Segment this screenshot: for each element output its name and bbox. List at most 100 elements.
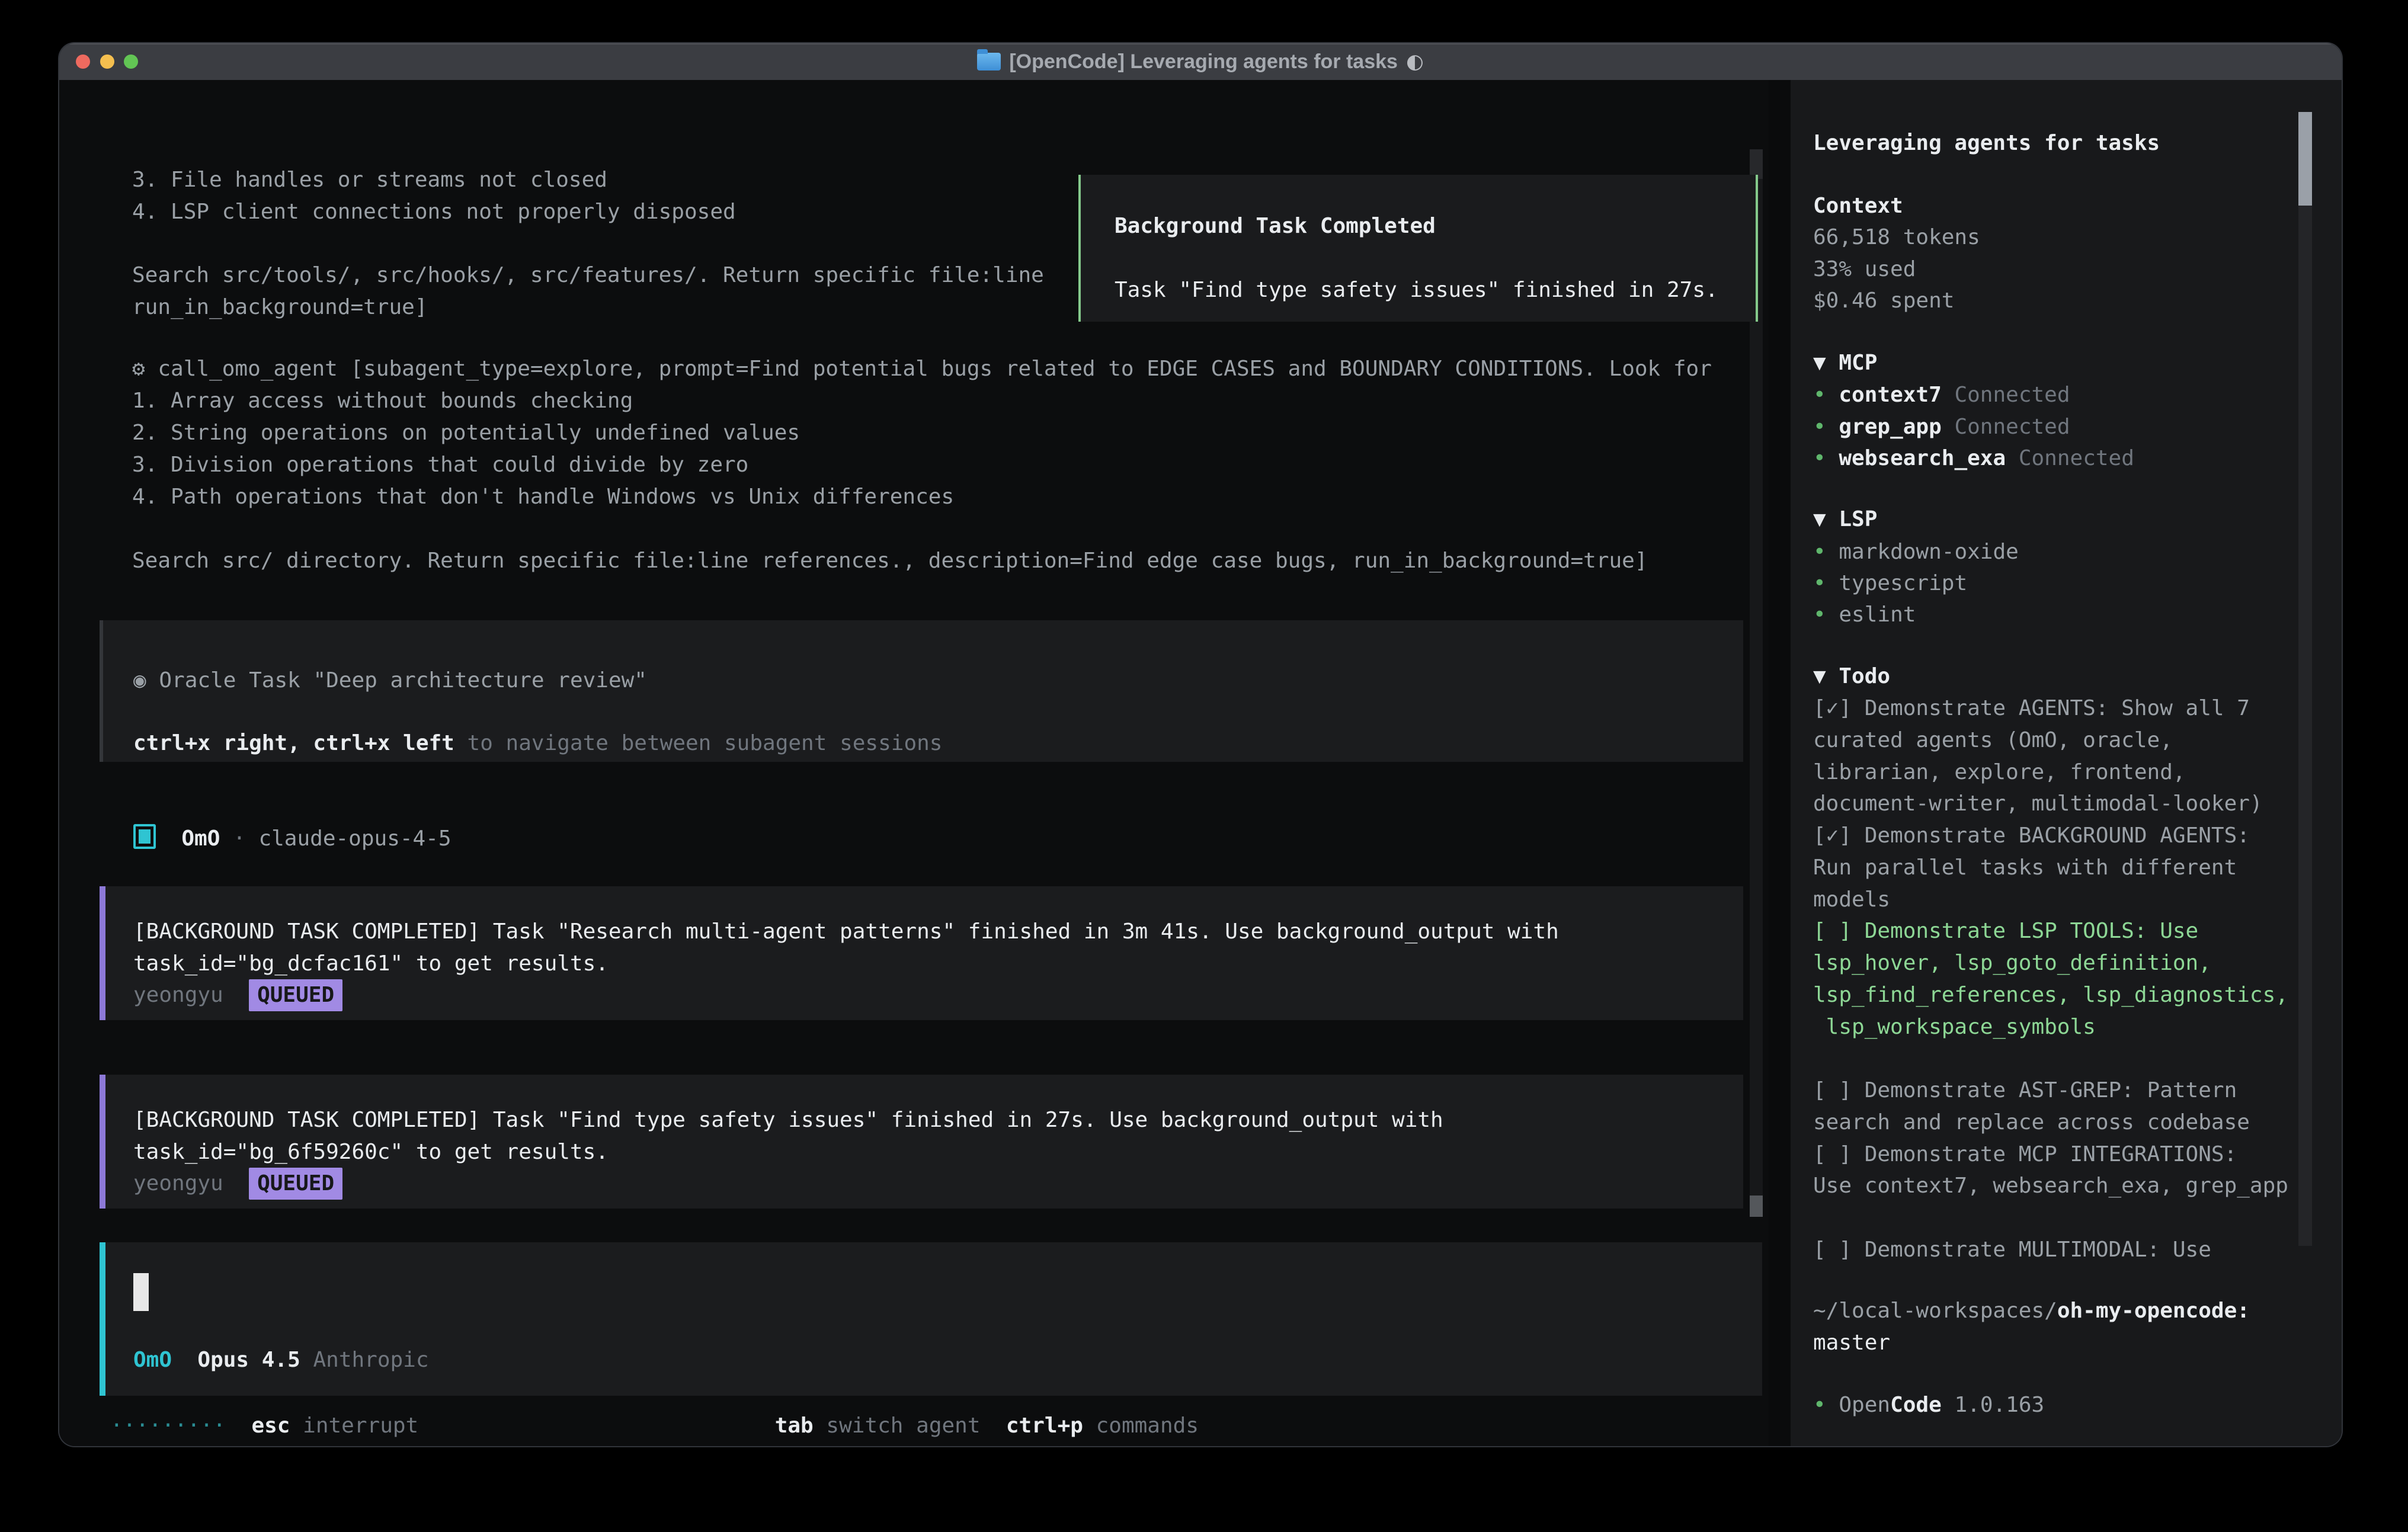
mcp-section-header[interactable]: ▼ MCP: [1813, 347, 1877, 379]
tool-call-line: 3. Division operations that could divide…: [132, 449, 748, 481]
path-prefix: ~/local-workspaces/: [1813, 1299, 2057, 1323]
statusbar-left: ········· esc interrupt: [110, 1410, 418, 1442]
mcp-status: Connected: [1954, 415, 2070, 439]
workspace-path: ~/local-workspaces/oh-my-opencode:: [1813, 1295, 2250, 1327]
task-line1: [BACKGROUND TASK COMPLETED] Task "Resear…: [133, 916, 1559, 948]
agent-model: claude-opus-4-5: [258, 826, 451, 851]
agent-name: OmO: [181, 826, 220, 851]
bullet-icon: •: [1813, 571, 1826, 595]
ctrlp-label: commands: [1096, 1414, 1199, 1438]
lsp-item: • eslint: [1813, 599, 1916, 631]
todo-line: [ ] Demonstrate MULTIMODAL: Use: [1813, 1234, 2211, 1266]
sidebar-scrollbar-thumb[interactable]: [2298, 112, 2312, 206]
context-used: 33% used: [1813, 254, 1916, 286]
todo-line: models: [1813, 884, 1890, 916]
tool-call-line: Search src/ directory. Return specific f…: [132, 545, 1648, 577]
tool-call-line: 4. Path operations that don't handle Win…: [132, 481, 954, 513]
input-model: Opus 4.5: [197, 1348, 300, 1372]
lsp-name: typescript: [1839, 571, 1967, 595]
bullet-icon: •: [1813, 540, 1826, 564]
tool-call-text: call_omo_agent [subagent_type=explore, p…: [158, 357, 1712, 381]
background-task-notification: Background Task Completed Task "Find typ…: [1078, 175, 1758, 322]
sidebar: Leveraging agents for tasks Context 66,5…: [1791, 80, 2342, 1446]
todo-line: lsp_workspace_symbols: [1813, 1011, 2096, 1043]
todo-line: curated agents (OmO, oracle,: [1813, 725, 2173, 757]
lsp-heading: LSP: [1839, 507, 1877, 531]
version-name-dim: Open: [1839, 1393, 1890, 1417]
todo-line: [ ] Demonstrate LSP TOOLS: Use: [1813, 915, 2198, 947]
bullet-icon: •: [1813, 446, 1826, 470]
tab-label: switch agent: [826, 1414, 980, 1438]
context-spent: $0.46 spent: [1813, 285, 1954, 317]
minimize-button[interactable]: [100, 55, 114, 69]
lsp-item: • markdown-oxide: [1813, 536, 2019, 568]
task-line2: task_id="bg_dcfac161" to get results.: [133, 948, 609, 980]
task-author: yeongyu: [133, 1171, 223, 1196]
task-meta: yeongyu QUEUED: [133, 1168, 342, 1200]
input-agent: OmO: [133, 1348, 172, 1372]
agent-square-icon: [133, 824, 156, 849]
tool-call-line: 2. String operations on potentially unde…: [132, 417, 800, 449]
esc-label: interrupt: [303, 1414, 418, 1438]
record-icon: ◉: [133, 668, 146, 693]
mcp-status: Connected: [1954, 383, 2070, 407]
chevron-down-icon: ▼: [1813, 351, 1826, 375]
session-title: Leveraging agents for tasks: [1813, 127, 2160, 159]
lsp-section-header[interactable]: ▼ LSP: [1813, 504, 1877, 536]
context-tokens: 66,518 tokens: [1813, 222, 1980, 254]
oracle-hint-rest: to navigate between subagent sessions: [454, 731, 943, 755]
bullet-icon: •: [1813, 602, 1826, 627]
progress-dots: ·········: [110, 1414, 226, 1438]
prompt-input[interactable]: OmO Opus 4.5 Anthropic: [100, 1242, 1762, 1396]
input-model-row: OmO Opus 4.5 Anthropic: [133, 1344, 429, 1376]
mcp-item: • context7 Connected: [1813, 379, 2070, 411]
mcp-item: • grep_app Connected: [1813, 411, 2070, 443]
mcp-name: websearch_exa: [1839, 446, 2006, 470]
terminal-line: 3. File handles or streams not closed: [132, 164, 607, 196]
todo-line: Use context7, websearch_exa, grep_app: [1813, 1170, 2288, 1202]
terminal-line: Search src/tools/, src/hooks/, src/featu…: [132, 259, 1044, 291]
close-button[interactable]: [76, 55, 90, 69]
oracle-hint-keys: ctrl+x right, ctrl+x left: [133, 731, 454, 755]
main-scrollbar-thumb[interactable]: [1750, 1196, 1763, 1217]
zoom-button[interactable]: [124, 55, 138, 69]
todo-section-header[interactable]: ▼ Todo: [1813, 661, 1890, 693]
oracle-task-box: ◉ Oracle Task "Deep architecture review"…: [100, 620, 1743, 762]
repo-name: oh-my-opencode:: [2057, 1299, 2250, 1323]
todo-line: Run parallel tasks with different: [1813, 852, 2237, 884]
todo-line: [✓] Demonstrate BACKGROUND AGENTS:: [1813, 820, 2250, 852]
status-badge: QUEUED: [249, 979, 342, 1011]
window-title-group: [OpenCode] Leveraging agents for tasks ◐: [977, 50, 1423, 73]
todo-line: lsp_hover, lsp_goto_definition,: [1813, 947, 2211, 979]
todo-heading: Todo: [1839, 664, 1890, 688]
terminal-line: run_in_background=true]: [132, 291, 428, 323]
main-pane: 3. File handles or streams not closed 4.…: [59, 80, 1769, 1446]
notification-title: Background Task Completed: [1115, 210, 1436, 242]
esc-key: esc: [251, 1414, 290, 1438]
tool-call-line: 1. Array access without bounds checking: [132, 385, 633, 417]
input-provider: Anthropic: [313, 1348, 428, 1372]
task-line1: [BACKGROUND TASK COMPLETED] Task "Find t…: [133, 1104, 1443, 1136]
oracle-task-line: ◉ Oracle Task "Deep architecture review": [133, 665, 647, 697]
version-name-bold: Code: [1890, 1393, 1942, 1417]
task-meta: yeongyu QUEUED: [133, 979, 342, 1011]
chevron-down-icon: ▼: [1813, 507, 1826, 531]
ctrlp-key: ctrl+p: [1006, 1414, 1083, 1438]
half-moon-icon: ◐: [1406, 50, 1424, 73]
status-badge: QUEUED: [249, 1168, 342, 1200]
todo-line: [ ] Demonstrate AST-GREP: Pattern: [1813, 1075, 2237, 1107]
text-cursor: [133, 1273, 149, 1311]
tool-call-line: ⚙ call_omo_agent [subagent_type=explore,…: [132, 353, 1712, 385]
mcp-status: Connected: [2019, 446, 2134, 470]
mcp-item: • websearch_exa Connected: [1813, 443, 2134, 475]
version-line: • OpenCode 1.0.163: [1813, 1389, 2044, 1421]
tab-key: tab: [775, 1414, 814, 1438]
todo-line: search and replace across codebase: [1813, 1107, 2250, 1139]
terminal-line: 4. LSP client connections not properly d…: [132, 196, 736, 228]
version-number: 1.0.163: [1954, 1393, 2044, 1417]
sidebar-scrollbar-track[interactable]: [2298, 206, 2312, 1246]
bullet-icon: •: [1813, 1393, 1826, 1417]
mcp-name: context7: [1839, 383, 1941, 407]
agent-header: OmO · claude-opus-4-5: [133, 823, 451, 855]
bullet-icon: •: [1813, 383, 1826, 407]
